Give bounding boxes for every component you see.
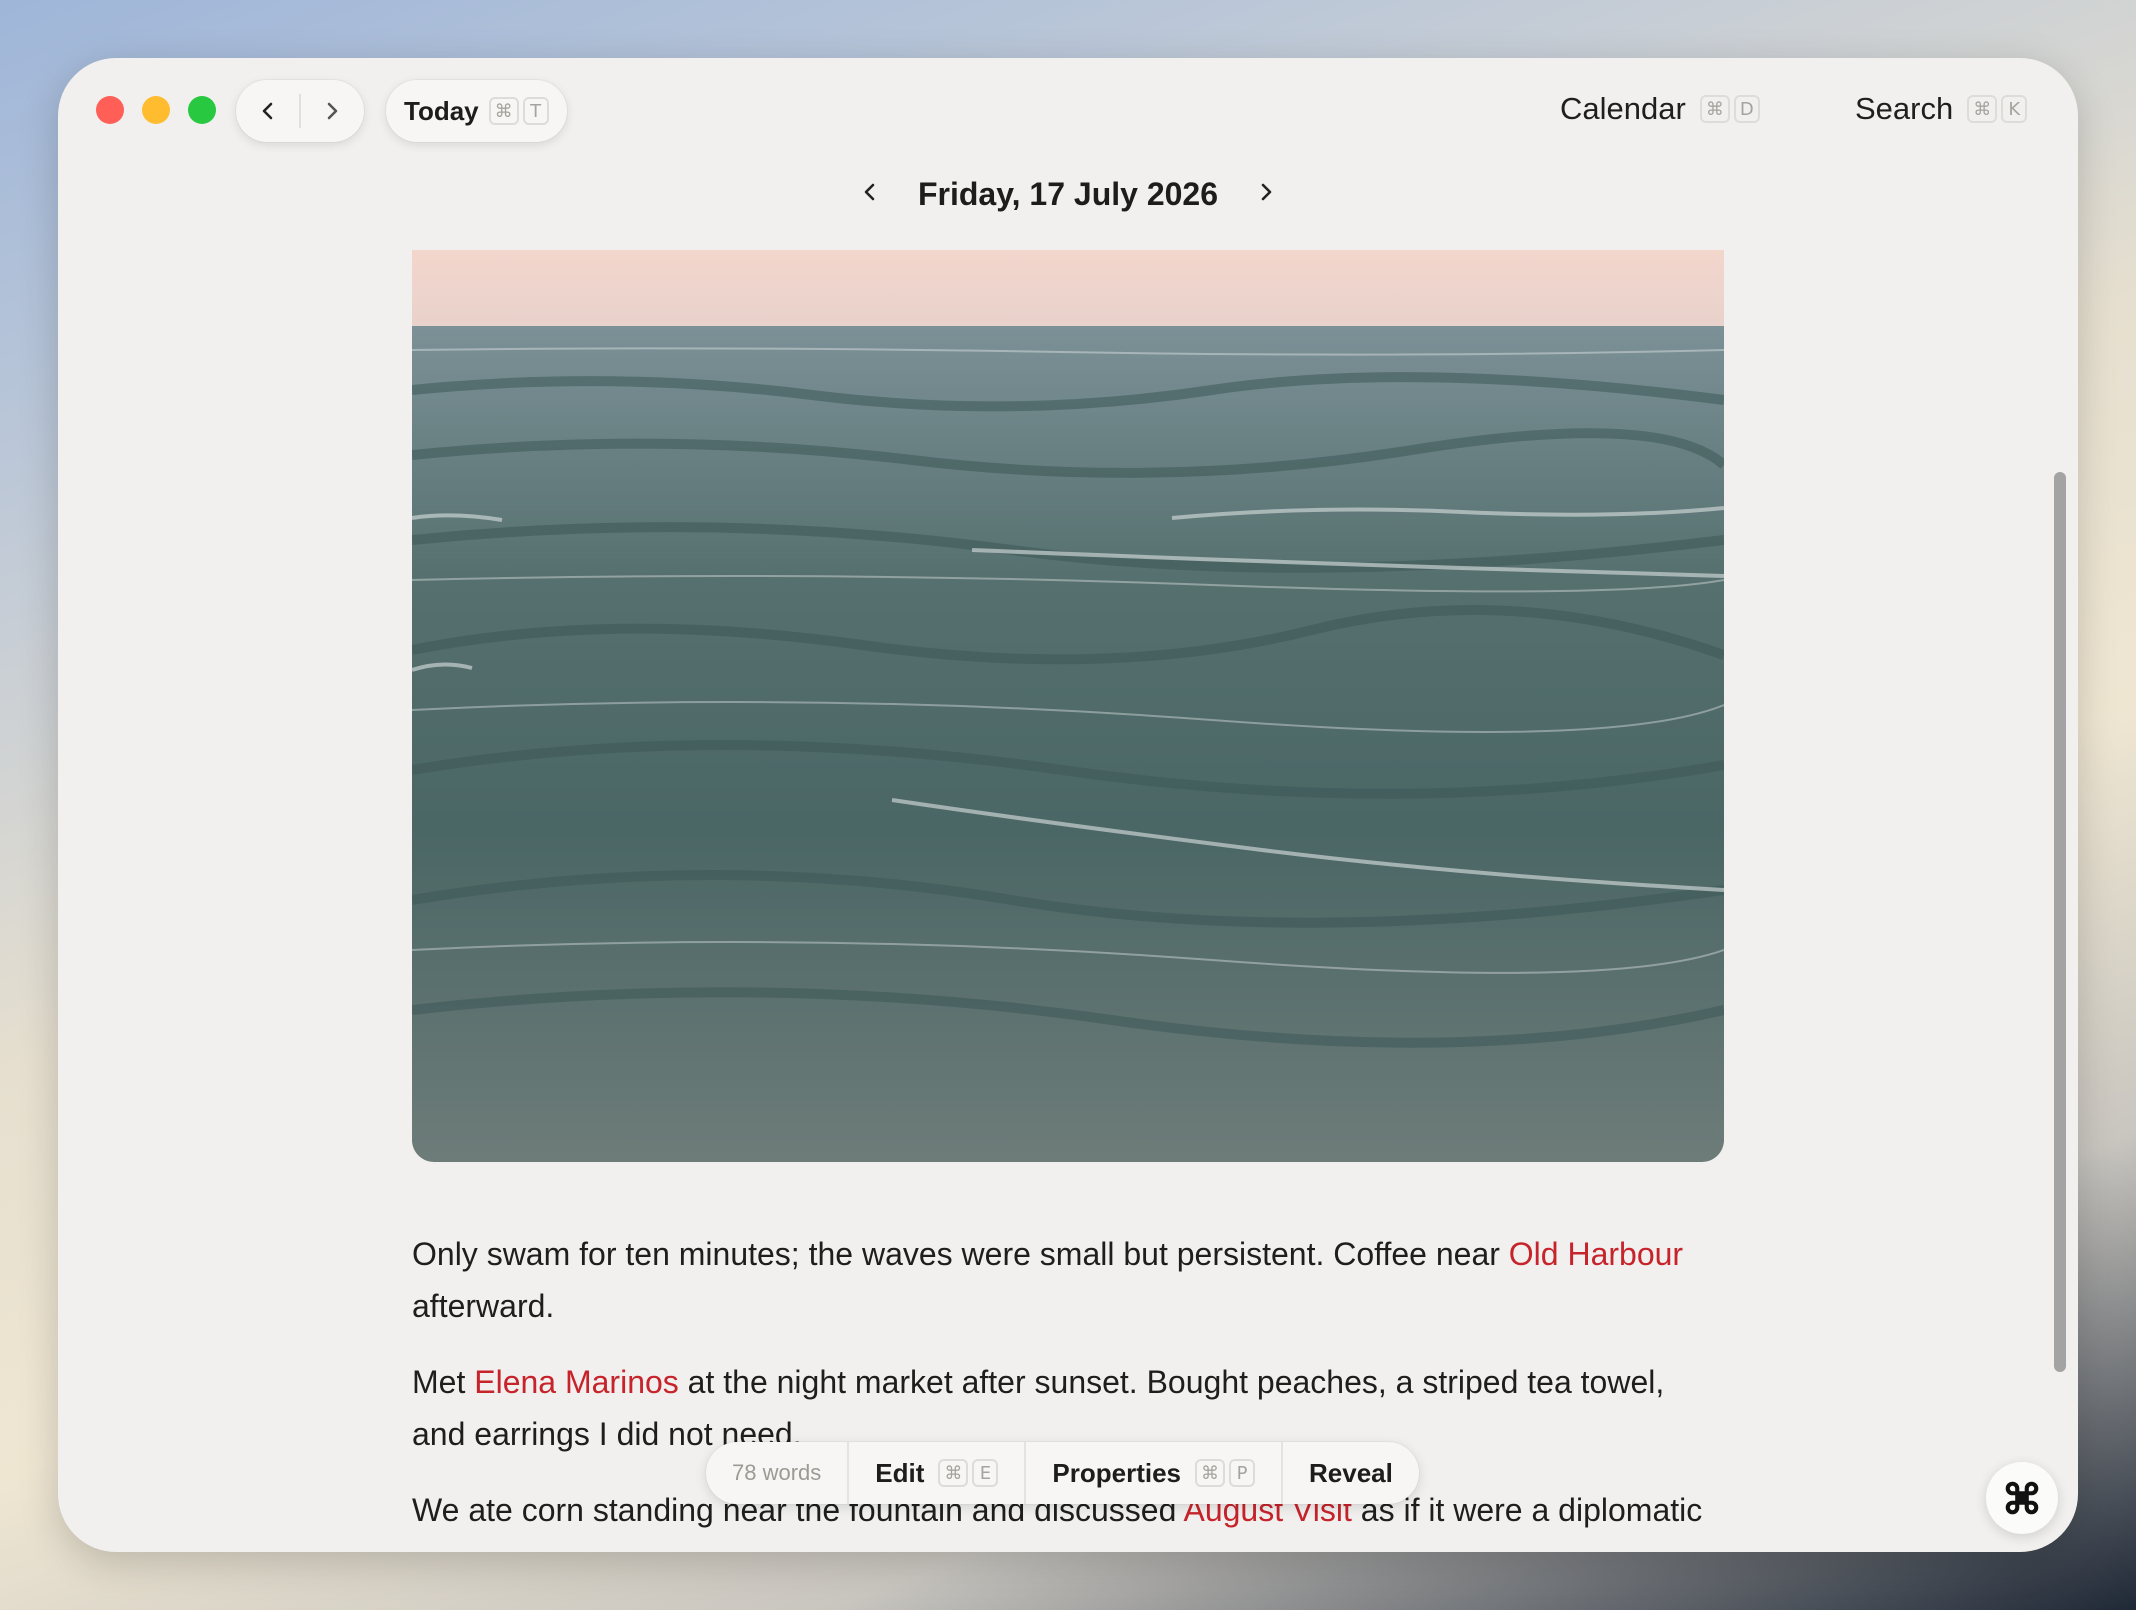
command-icon — [2005, 1481, 2039, 1515]
chevron-left-icon — [864, 183, 875, 201]
zoom-window-button[interactable] — [188, 96, 216, 124]
chevron-right-icon — [1261, 183, 1272, 201]
back-button[interactable] — [248, 91, 288, 131]
kbd-cmd: ⌘ — [1699, 95, 1730, 123]
link-old-harbour[interactable]: Old Harbour — [1509, 1236, 1683, 1272]
word-count: 78 words — [706, 1442, 850, 1504]
kbd-key: E — [972, 1459, 999, 1487]
history-nav — [236, 80, 364, 142]
vertical-scrollbar[interactable] — [2054, 472, 2066, 1372]
reveal-button[interactable]: Reveal — [1283, 1442, 1419, 1504]
search-label: Search — [1855, 91, 1954, 126]
edit-button[interactable]: Edit ⌘ E — [849, 1442, 1027, 1504]
kbd-key: D — [1733, 95, 1760, 123]
kbd-cmd: ⌘ — [488, 97, 519, 125]
kbd-cmd: ⌘ — [938, 1459, 969, 1487]
properties-shortcut: ⌘ P — [1195, 1459, 1255, 1487]
minimize-window-button[interactable] — [142, 96, 170, 124]
forward-button[interactable] — [312, 91, 352, 131]
search-shortcut: ⌘ K — [1967, 95, 2028, 123]
date-navigator: Friday, 17 July 2026 — [58, 176, 2078, 213]
calendar-shortcut: ⌘ D — [1699, 95, 1760, 123]
calendar-label: Calendar — [1560, 91, 1686, 126]
chevron-right-icon — [327, 102, 338, 120]
window-controls — [96, 96, 216, 124]
text-run: afterward. — [412, 1288, 555, 1324]
kbd-cmd: ⌘ — [1195, 1459, 1225, 1487]
next-day-button[interactable] — [1254, 180, 1278, 209]
close-window-button[interactable] — [96, 96, 124, 124]
edit-shortcut: ⌘ E — [938, 1459, 999, 1487]
kbd-key: P — [1229, 1459, 1255, 1487]
entry-paragraph: Only swam for ten minutes; the waves wer… — [412, 1228, 1712, 1332]
reveal-label: Reveal — [1309, 1457, 1393, 1488]
search-button[interactable]: Search ⌘ K — [1855, 91, 2028, 127]
kbd-key: T — [522, 97, 549, 125]
entry-date: Friday, 17 July 2026 — [917, 176, 1219, 212]
command-menu-button[interactable] — [1986, 1462, 2058, 1534]
kbd-cmd: ⌘ — [1967, 95, 1998, 123]
entry-photo[interactable] — [412, 250, 1724, 1162]
entry-action-bar: 78 words Edit ⌘ E Properties ⌘ P Reveal — [706, 1442, 1419, 1504]
text-run: Only swam for ten minutes; the waves wer… — [412, 1236, 1509, 1272]
app-window: Today ⌘ T Calendar ⌘ D Search ⌘ K Friday… — [58, 58, 2078, 1552]
calendar-button[interactable]: Calendar ⌘ D — [1560, 91, 1760, 127]
today-shortcut: ⌘ T — [488, 97, 549, 125]
today-label: Today — [404, 95, 479, 126]
chevron-left-icon — [262, 102, 273, 120]
edit-label: Edit — [875, 1457, 925, 1488]
word-count-label: 78 words — [732, 1460, 822, 1485]
kbd-key: K — [2001, 95, 2028, 123]
nav-divider — [299, 94, 301, 128]
sea-waves-image — [412, 250, 1724, 1162]
link-elena-marinos[interactable]: Elena Marinos — [474, 1364, 679, 1400]
properties-label: Properties — [1052, 1457, 1181, 1488]
today-button[interactable]: Today ⌘ T — [386, 80, 567, 142]
previous-day-button[interactable] — [858, 180, 882, 209]
properties-button[interactable]: Properties ⌘ P — [1026, 1442, 1283, 1504]
text-run: Met — [412, 1364, 475, 1400]
